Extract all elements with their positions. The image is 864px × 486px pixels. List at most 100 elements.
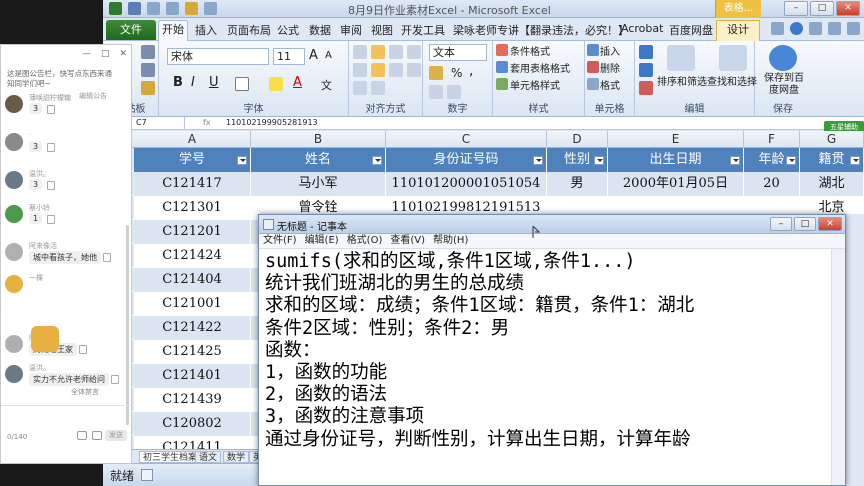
merge-center-icon[interactable] (407, 63, 421, 77)
column-header-2[interactable]: B (251, 131, 386, 148)
avatar[interactable] (5, 133, 23, 151)
sheet-tab[interactable]: 数学 (223, 451, 250, 463)
table-cell[interactable]: 马小军 (251, 172, 386, 196)
notepad-maximize-button[interactable]: □ (794, 217, 816, 231)
tab-home[interactable]: 开始 (158, 20, 188, 42)
maximize-button[interactable]: □ (810, 1, 834, 16)
column-header-6[interactable]: F (744, 131, 800, 148)
font-size-dropdown[interactable]: 11 (273, 48, 305, 65)
filter-dropdown-icon[interactable] (237, 156, 247, 165)
chat-close-icon[interactable]: ✕ (119, 49, 127, 59)
align-bottom-icon[interactable] (389, 45, 403, 59)
decrease-decimal-icon[interactable] (447, 85, 461, 99)
avatar[interactable] (5, 335, 23, 353)
decrease-indent-icon[interactable] (353, 81, 367, 95)
tab-review[interactable]: 审阅 (340, 22, 362, 38)
align-left-icon[interactable] (353, 63, 367, 77)
chat-maximize-icon[interactable]: □ (101, 49, 110, 59)
number-format-dropdown[interactable]: 文本 (429, 44, 487, 61)
increase-decimal-icon[interactable] (429, 85, 443, 99)
filter-dropdown-icon[interactable] (786, 156, 796, 165)
macro-record-icon[interactable] (141, 469, 153, 481)
header-cell[interactable]: 姓名 (251, 148, 386, 172)
increase-indent-icon[interactable] (371, 81, 385, 95)
delete-icon[interactable] (47, 143, 55, 152)
table-cell[interactable]: C121417 (134, 172, 251, 196)
notepad-close-button[interactable]: ✕ (818, 217, 842, 231)
emoji-icon[interactable] (77, 431, 87, 440)
clear-icon[interactable] (639, 81, 653, 95)
decrease-font-button[interactable]: A (325, 50, 332, 61)
delete-cells-button[interactable]: 删除 (600, 60, 620, 75)
table-cell[interactable]: C121401 (134, 364, 251, 388)
column-header-3[interactable]: C (386, 131, 547, 148)
align-center-icon[interactable] (371, 63, 385, 77)
table-cell[interactable]: 20 (744, 172, 800, 196)
fill-icon[interactable] (639, 63, 653, 77)
format-painter-icon[interactable] (141, 81, 155, 95)
header-cell[interactable]: 身份证号码 (386, 148, 547, 172)
header-cell[interactable]: 学号 (134, 148, 251, 172)
notepad-menu-item[interactable]: 帮助(H) (433, 234, 468, 248)
send-button[interactable]: 发送 (105, 430, 127, 441)
sheet-tab[interactable]: 语文 (195, 451, 222, 463)
percent-button[interactable]: % (451, 66, 462, 80)
find-select-button[interactable]: 查找和选择 (707, 73, 757, 88)
notepad-menu-item[interactable]: 格式(O) (347, 234, 383, 248)
mute-all-checkbox[interactable]: 全体禁言 (71, 387, 99, 397)
delete-icon[interactable] (103, 253, 111, 262)
fill-color-icon[interactable] (269, 77, 283, 91)
avatar[interactable] (5, 275, 23, 293)
format-painter-icon[interactable] (185, 2, 198, 15)
notepad-title-bar[interactable]: 无标题 - 记事本 – □ ✕ (259, 215, 845, 234)
tab-teacher[interactable]: 梁咏老师专讲【翻录违法，必究！】 (453, 22, 629, 38)
table-cell[interactable]: C121404 (134, 268, 251, 292)
align-right-icon[interactable] (389, 63, 403, 77)
filter-dropdown-icon[interactable] (730, 156, 740, 165)
increase-font-button[interactable]: A (309, 48, 318, 63)
table-cell[interactable]: 2000年01月05日 (608, 172, 744, 196)
insert-cells-button[interactable]: 插入 (600, 43, 620, 58)
formula-input[interactable]: 110102199905281913 (226, 117, 318, 129)
underline-button[interactable]: U (209, 75, 219, 90)
avatar[interactable] (5, 171, 23, 189)
tab-design[interactable]: 设计 (716, 20, 760, 42)
table-cell[interactable]: 湖北 (800, 172, 864, 196)
name-box[interactable]: C7 (133, 117, 185, 130)
notepad-menu-item[interactable]: 编辑(E) (305, 234, 339, 248)
filter-dropdown-icon[interactable] (850, 156, 860, 165)
tab-baidu[interactable]: 百度网盘 (669, 22, 713, 38)
delete-icon[interactable] (47, 215, 55, 224)
wrap-text-icon[interactable] (407, 45, 421, 59)
align-top-icon[interactable] (353, 45, 367, 59)
italic-button[interactable]: I (191, 75, 195, 90)
cut-icon[interactable] (141, 45, 155, 59)
save-baidu-button[interactable]: 保存到百度网盘 (761, 73, 807, 97)
format-cells-button[interactable]: 格式 (600, 77, 620, 92)
copy-icon[interactable] (141, 63, 155, 77)
workbook-restore-icon[interactable] (828, 22, 841, 35)
autosum-icon[interactable] (639, 45, 653, 59)
avatar[interactable] (5, 365, 23, 383)
table-cell[interactable]: C121201 (134, 220, 251, 244)
avatar[interactable] (5, 95, 23, 113)
tab-page-layout[interactable]: 页面布局 (227, 22, 271, 38)
tab-acrobat[interactable]: Acrobat (621, 22, 663, 35)
header-cell[interactable]: 年龄 (744, 148, 800, 172)
notepad-menu-item[interactable]: 文件(F) (263, 234, 297, 248)
comma-button[interactable]: , (469, 63, 473, 79)
conditional-format-button[interactable]: 条件格式 (510, 43, 550, 58)
filter-dropdown-icon[interactable] (533, 156, 543, 165)
tab-developer[interactable]: 开发工具 (401, 22, 445, 38)
filter-dropdown-icon[interactable] (594, 156, 604, 165)
minimize-button[interactable]: – (784, 1, 808, 16)
column-header-1[interactable]: A (134, 131, 251, 148)
chat-minimize-icon[interactable]: — (82, 49, 91, 59)
cell-styles-button[interactable]: 单元格样式 (510, 77, 560, 92)
table-cell[interactable]: C120802 (134, 412, 251, 436)
bold-button[interactable]: B (173, 75, 183, 90)
workbook-minimize-icon[interactable] (809, 22, 822, 35)
format-as-table-button[interactable]: 套用表格格式 (510, 60, 570, 75)
close-button[interactable]: ✕ (836, 1, 860, 16)
tab-data[interactable]: 数据 (309, 22, 331, 38)
